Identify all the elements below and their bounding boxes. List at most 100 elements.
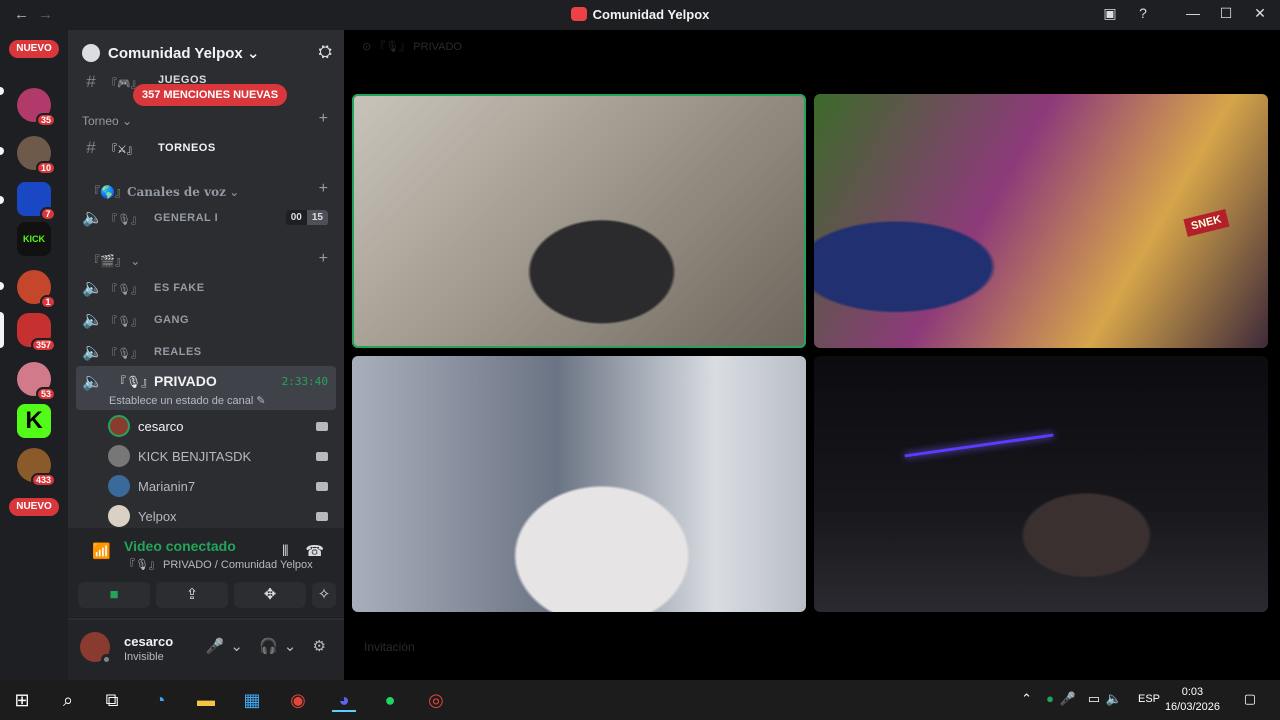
voice-connection-panel: 📶 Video conectado 『🎙』 PRIVADO / Comunida… <box>68 528 344 618</box>
voice-member[interactable]: cesarco <box>108 414 336 440</box>
edge-browser-icon[interactable]: ◔ <box>148 688 172 712</box>
channel-emoji: 『🎙』 <box>106 284 142 296</box>
maximize-icon[interactable]: ☐ <box>1216 5 1236 22</box>
microphone-icon[interactable]: 🎤 <box>206 638 231 655</box>
clock[interactable]: 0:03 16/03/2026 <box>1165 685 1220 715</box>
channel-name: REALES <box>154 346 202 358</box>
unread-indicator <box>0 87 4 95</box>
server-icon-comunidad-yelpox[interactable]: 357 <box>17 313 56 352</box>
new-servers-pill-bottom[interactable]: NUEVO <box>9 498 59 516</box>
avatar <box>108 475 130 497</box>
voice-channel-privado[interactable]: 🔈 『🎙』 PRIVADO 2:33:40 Establece un estad… <box>76 366 336 410</box>
voice-channel-gang[interactable]: 🔈 『🎙』 GANG <box>76 306 336 334</box>
presence-status-icon <box>101 654 112 665</box>
voice-member[interactable]: KICK BENJITASDK <box>108 444 336 470</box>
server-icon[interactable]: 53 <box>17 362 56 401</box>
notifications-icon[interactable]: ▢ <box>1244 691 1256 707</box>
microphone-tray-icon[interactable]: 🎤 <box>1060 691 1076 707</box>
camera-toggle-button[interactable]: ■ <box>78 582 150 608</box>
channel-emoji: 『🎙』 <box>114 375 154 389</box>
server-rail: NUEVO 35 10 7 KICK 1 357 53 K 433 NUEVO <box>0 30 68 680</box>
minimize-icon[interactable]: — <box>1183 5 1203 21</box>
unread-indicator <box>0 282 4 290</box>
chevron-down-icon[interactable]: ⌄ <box>230 638 249 655</box>
chevron-up-icon[interactable]: ⌃ <box>1021 691 1032 707</box>
guild-logo-icon <box>570 7 587 21</box>
voice-member[interactable]: Marianin7 <box>108 474 336 500</box>
voice-channel-general[interactable]: 🔈 『🎙』 GENERAL I 00 15 <box>76 204 336 232</box>
user-controls: 🎤⌄ 🎧⌄ ⚙ <box>206 637 332 655</box>
spotify-icon[interactable]: ● <box>378 688 402 712</box>
inbox-icon[interactable]: ▣ <box>1100 5 1120 22</box>
category-unnamed[interactable]: 『🎬』 ⌄ <box>88 252 140 269</box>
member-name: KICK BENJITASDK <box>138 449 252 464</box>
server-icon[interactable]: 35 <box>17 88 56 127</box>
task-view-icon[interactable]: ⧉ <box>100 688 124 712</box>
text-channel-icon: # <box>86 72 96 91</box>
language-indicator[interactable]: ESP <box>1138 693 1160 705</box>
channel-emoji: 『🎙』 <box>106 316 142 328</box>
activities-button[interactable]: ✥ <box>234 582 306 608</box>
kick-server-icon[interactable]: KICK <box>17 222 51 256</box>
server-icon[interactable]: 10 <box>17 136 56 175</box>
channel-status-prompt[interactable]: Establece un estado de canal ✎ <box>109 394 266 407</box>
mention-badge: 1 <box>40 295 56 309</box>
chevron-down-icon[interactable]: ⌄ <box>284 638 303 655</box>
disconnect-icon[interactable]: ☎ <box>305 543 324 560</box>
text-channel-icon: # <box>86 138 96 157</box>
chrome-icon[interactable]: ◉ <box>286 688 310 712</box>
obs-recorder-icon[interactable]: ◎ <box>424 688 448 712</box>
user-name: cesarco <box>124 634 174 649</box>
file-explorer-icon[interactable]: ▬ <box>194 688 218 712</box>
channel-torneos[interactable]: # 『⚔』 TORNEOS <box>76 134 336 162</box>
screen-share-button[interactable]: ⇪ <box>156 582 228 608</box>
headphones-icon[interactable]: 🎧 <box>259 638 284 655</box>
guild-settings-icon <box>82 44 100 62</box>
tray-app-icon[interactable]: ● <box>1046 691 1054 706</box>
voice-panel-actions: ⦀ ☎ <box>282 542 324 560</box>
server-icon[interactable]: 7 <box>17 182 56 221</box>
led-strip <box>904 433 1054 458</box>
channel-emoji: 『🎙』 <box>106 214 142 226</box>
channel-name: TORNEOS <box>158 142 216 154</box>
video-tile[interactable]: SNEK <box>814 94 1268 348</box>
category-torneo[interactable]: Torneo ⌄ <box>82 114 132 128</box>
voice-channel-es-fake[interactable]: 🔈 『🎙』 ES FAKE <box>76 274 336 302</box>
server-icon[interactable]: 1 <box>17 270 56 309</box>
help-icon[interactable]: ? <box>1133 5 1153 21</box>
voice-channel-reales[interactable]: 🔈 『🎙』 REALES <box>76 338 336 366</box>
close-icon[interactable]: ✕ <box>1250 5 1270 22</box>
invite-people-icon[interactable]: ⛭ <box>318 42 332 62</box>
add-channel-icon[interactable]: + <box>319 180 328 198</box>
channel-emoji: 『⚔』 <box>106 144 138 156</box>
channel-name: GENERAL I <box>154 212 219 224</box>
video-tile-speaking[interactable] <box>352 94 806 348</box>
video-tile[interactable] <box>814 356 1268 612</box>
volume-icon[interactable]: 🔈 <box>1106 691 1122 707</box>
channel-name: GANG <box>154 314 189 326</box>
gear-icon[interactable]: ⚙ <box>313 638 332 655</box>
video-tile[interactable] <box>352 356 806 612</box>
channel-name: PRIVADO <box>154 373 217 389</box>
kick-k-server-icon[interactable]: K <box>17 404 51 438</box>
search-icon[interactable]: ⌕ <box>56 688 80 712</box>
server-icon[interactable]: 433 <box>17 448 56 487</box>
add-channel-icon[interactable]: + <box>319 250 328 268</box>
new-mentions-pill[interactable]: 357 MENCIONES NUEVAS <box>133 84 288 106</box>
mention-badge: 53 <box>35 387 56 401</box>
connection-signal-icon[interactable]: 📶 <box>92 542 111 560</box>
category-canales-de-voz[interactable]: 『🌎』Canales de voz ⌄ <box>88 183 239 200</box>
voice-member[interactable]: Yelpox <box>108 504 336 530</box>
add-channel-icon[interactable]: + <box>319 110 328 128</box>
new-servers-pill-top[interactable]: NUEVO <box>9 40 59 58</box>
network-icon[interactable]: ▭ <box>1088 691 1100 707</box>
windows-start-icon[interactable]: ⊞ <box>10 688 34 712</box>
soundboard-button[interactable]: ✧ <box>312 582 336 608</box>
discord-app-icon[interactable]: ◕ <box>332 688 356 712</box>
noise-suppression-icon[interactable]: ⦀ <box>282 543 289 560</box>
camera-icon <box>316 422 328 431</box>
unread-indicator <box>0 147 4 155</box>
store-icon[interactable]: ▦ <box>240 688 264 712</box>
call-controls-faded: Invitación <box>364 640 415 654</box>
clock-date: 16/03/2026 <box>1164 701 1220 713</box>
